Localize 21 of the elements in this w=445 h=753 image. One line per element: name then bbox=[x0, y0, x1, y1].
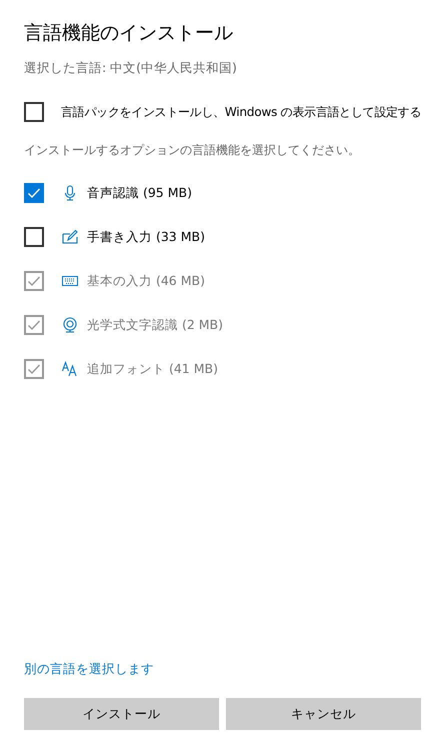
checkmark-icon bbox=[27, 186, 41, 200]
feature-label: 追加フォント (41 MB) bbox=[87, 360, 218, 378]
checkbox[interactable] bbox=[24, 183, 44, 203]
feature-label[interactable]: 手書き入力 (33 MB) bbox=[87, 228, 205, 246]
keyboard-icon bbox=[62, 273, 78, 289]
checkbox-label[interactable]: 言語パックをインストールし、Windows の表示言語として設定する bbox=[61, 104, 422, 120]
feature-label[interactable]: 音声認識 (95 MB) bbox=[87, 184, 192, 202]
cancel-button[interactable]: キャンセル bbox=[226, 698, 421, 730]
pen-icon bbox=[62, 229, 78, 245]
font-size-icon bbox=[62, 361, 78, 377]
selected-language: 選択した言語: 中文(中华人民共和国) bbox=[24, 60, 238, 77]
microphone-icon bbox=[62, 185, 78, 201]
install-button[interactable]: インストール bbox=[24, 698, 219, 730]
feature-label: 基本の入力 (46 MB) bbox=[87, 272, 205, 290]
choose-language-link[interactable]: 別の言語を選択します bbox=[24, 661, 154, 676]
dialog-title: 言語機能のインストール bbox=[24, 21, 234, 46]
feature-label: 光学式文字認識 (2 MB) bbox=[87, 316, 224, 334]
instruction-text: インストールするオプションの言語機能を選択してください。 bbox=[24, 142, 361, 159]
checkbox[interactable] bbox=[24, 227, 44, 247]
webcam-icon bbox=[62, 317, 78, 333]
checkbox[interactable] bbox=[24, 102, 44, 122]
